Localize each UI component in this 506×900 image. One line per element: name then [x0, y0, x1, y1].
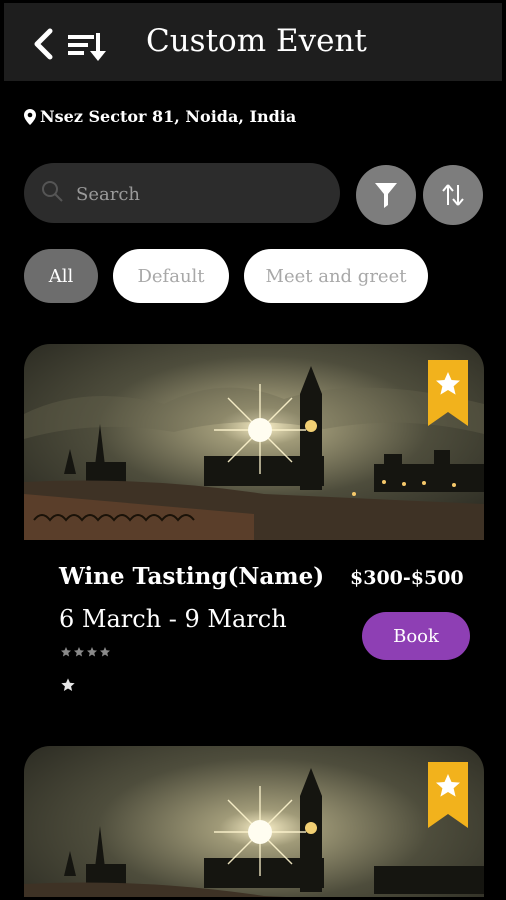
- sort-button[interactable]: [423, 165, 483, 225]
- star-icon: [61, 647, 71, 657]
- chip-meet-and-greet[interactable]: Meet and greet: [244, 249, 428, 303]
- event-name: Wine Tasting(Name): [59, 563, 325, 590]
- back-arrow-icon[interactable]: [30, 27, 56, 61]
- filter-icon: [375, 183, 397, 208]
- bookmark-star-icon[interactable]: [428, 762, 468, 828]
- bookmark-star-icon[interactable]: [428, 360, 468, 426]
- event-price: $300-$500: [350, 567, 464, 589]
- filter-button[interactable]: [356, 165, 416, 225]
- star-icon: [87, 647, 97, 657]
- search-icon: [42, 181, 63, 202]
- book-button[interactable]: Book: [362, 612, 470, 660]
- event-image[interactable]: [24, 344, 484, 540]
- app-bar: Custom Event: [4, 3, 502, 81]
- sort-list-icon[interactable]: [66, 29, 108, 65]
- search-bar[interactable]: [24, 163, 340, 223]
- star-icon: [100, 647, 110, 657]
- location-pin-icon: [24, 108, 36, 125]
- event-date: 6 March - 9 March: [59, 605, 287, 633]
- event-image[interactable]: [24, 746, 484, 897]
- search-input[interactable]: [74, 173, 328, 215]
- rating-stars: [60, 646, 111, 658]
- location-text: Nsez Sector 81, Noida, India: [40, 107, 297, 126]
- screen: Custom Event Nsez Sector 81, Noida, Indi…: [4, 3, 502, 897]
- star-icon: [74, 647, 84, 657]
- chip-default[interactable]: Default: [113, 249, 229, 303]
- chip-all[interactable]: All: [24, 249, 98, 303]
- star-icon: [61, 678, 75, 691]
- swap-vertical-icon: [442, 184, 464, 206]
- location-row: Nsez Sector 81, Noida, India: [24, 107, 296, 126]
- page-title: Custom Event: [146, 23, 367, 59]
